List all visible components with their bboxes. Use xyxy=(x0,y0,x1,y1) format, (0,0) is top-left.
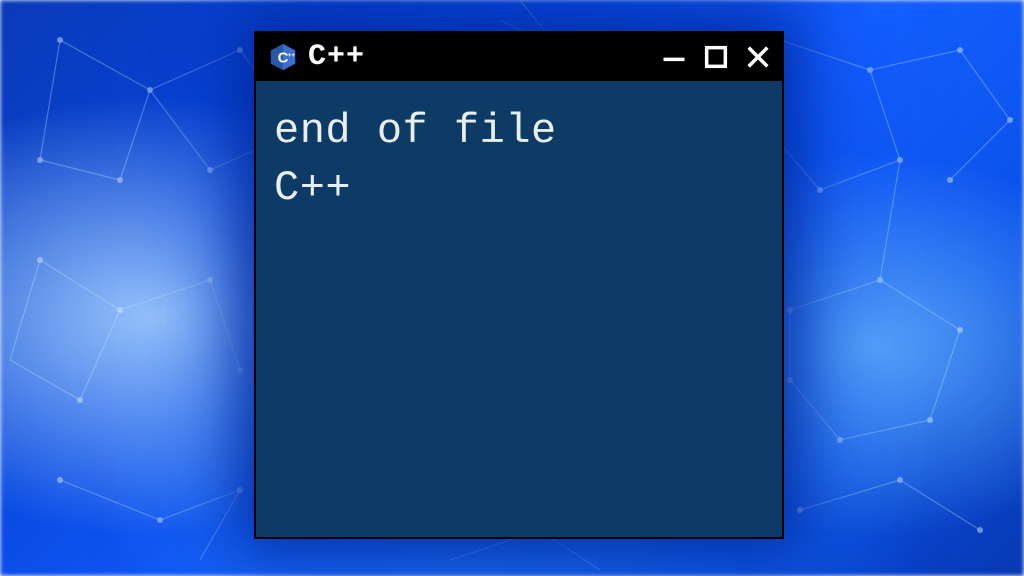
output-line: C++ xyxy=(274,160,764,217)
window-title: C++ xyxy=(308,40,650,74)
output-line: end of file xyxy=(274,103,764,160)
window-titlebar: C + + C++ xyxy=(256,33,782,81)
close-button[interactable] xyxy=(744,43,772,71)
terminal-content: end of file C++ xyxy=(256,81,782,238)
terminal-window: C + + C++ end of file C++ xyxy=(254,31,784,539)
minimize-button[interactable] xyxy=(660,43,688,71)
maximize-button[interactable] xyxy=(702,43,730,71)
window-controls xyxy=(660,43,772,71)
cpp-logo-icon: C + + xyxy=(268,42,298,72)
svg-text:+: + xyxy=(291,52,295,59)
